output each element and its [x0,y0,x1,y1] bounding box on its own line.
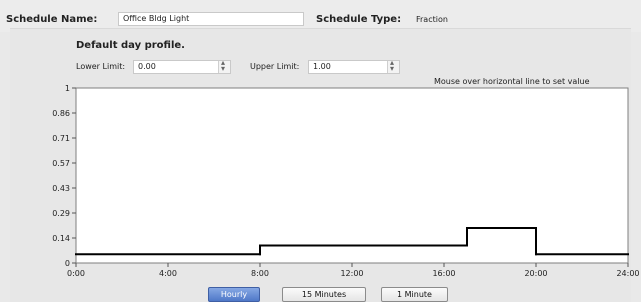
y-tick-label: 0.86 [52,109,70,118]
y-tick-label: 0.71 [52,134,70,143]
y-tick-label: 0.57 [52,159,70,168]
x-tick-label: 20:00 [524,269,547,278]
x-tick-label: 16:00 [432,269,455,278]
hourly-button[interactable]: Hourly [208,287,260,302]
plot-area[interactable] [75,87,629,264]
y-tick-label: 0 [65,259,70,268]
one-minute-button[interactable]: 1 Minute [381,287,448,302]
y-tick-label: 0.14 [52,234,70,243]
day-profile-chart[interactable]: 0 0.14 0.29 0.43 0.57 0.71 0.86 1 0:00 4:00 8:00 12… [0,0,641,302]
y-tick-label: 1 [65,84,70,93]
schedule-editor: Schedule Name: Office Bldg Light Schedul… [0,0,641,302]
y-tick-label: 0.29 [52,209,70,218]
x-tick-label: 0:00 [67,269,85,278]
x-tick-label: 8:00 [251,269,269,278]
y-tick-label: 0.43 [52,184,70,193]
x-tick-label: 4:00 [159,269,177,278]
fifteen-minutes-button[interactable]: 15 Minutes [282,287,366,302]
x-tick-label: 12:00 [340,269,363,278]
x-tick-label: 24:00 [616,269,639,278]
